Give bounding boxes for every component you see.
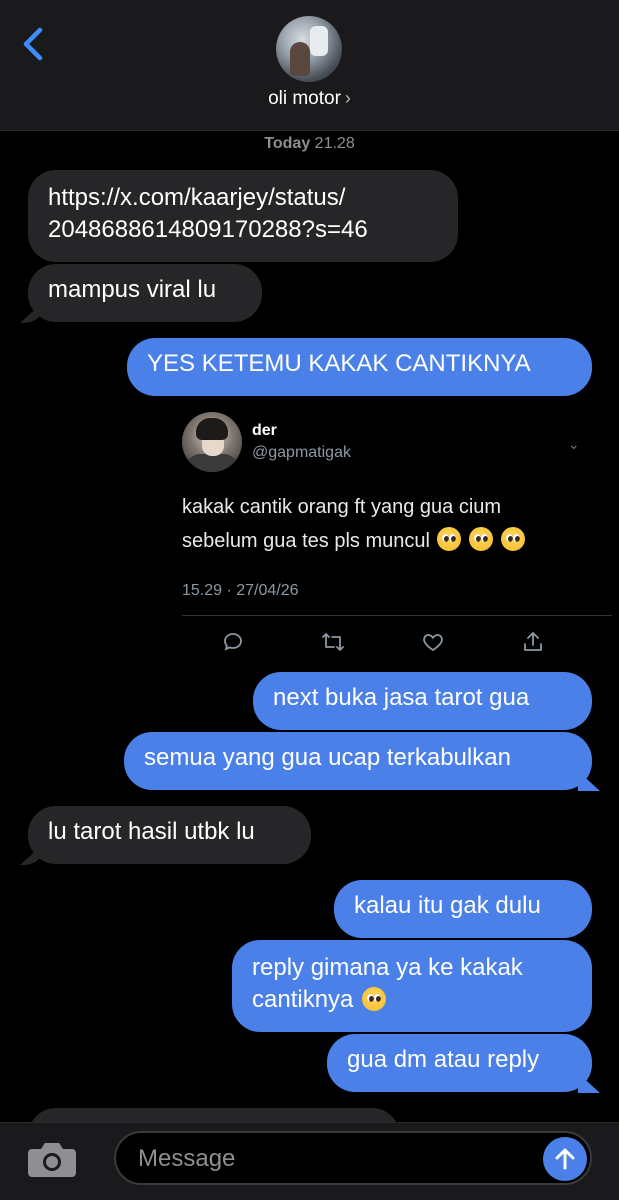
send-button[interactable] xyxy=(543,1137,587,1181)
sent-message[interactable]: reply gimana ya ke kakak cantiknya xyxy=(232,940,592,1032)
retweet-button[interactable] xyxy=(316,625,350,659)
contact-name[interactable]: oli motor › xyxy=(0,88,619,110)
reply-icon xyxy=(224,633,242,651)
tweet-timestamp: 15.29 · 27/04/26 xyxy=(182,582,299,599)
pleading-face-icon xyxy=(362,987,387,1011)
timestamp-day: Today xyxy=(264,135,311,152)
tweet-author-avatar xyxy=(182,412,242,472)
avatar-body xyxy=(186,454,238,472)
message-timestamp: Today 21.28 xyxy=(0,135,619,153)
avatar-figure xyxy=(310,26,328,56)
pleading-face-icon xyxy=(500,527,525,551)
tweet-author-name: der xyxy=(252,422,277,439)
tweet-text-line: kakak cantik orang ft yang gua cium xyxy=(182,496,502,518)
chevron-down-icon[interactable]: ⌄ xyxy=(568,436,580,453)
back-button[interactable] xyxy=(18,24,52,64)
tweet-preview-card[interactable]: der @gapmatigak ⌄ kakak cantik orang ft … xyxy=(168,400,612,665)
message-text-line: cantiknya xyxy=(252,984,572,1016)
sent-message[interactable]: kalau itu gak dulu xyxy=(334,880,592,938)
divider xyxy=(182,615,612,616)
chevron-right-icon: › xyxy=(344,88,351,108)
pleading-face-icon xyxy=(437,527,462,551)
like-button[interactable] xyxy=(416,625,450,659)
tweet-actions xyxy=(168,625,612,659)
tweet-text: kakak cantik orang ft yang gua cium sebe… xyxy=(182,490,602,558)
message-input[interactable]: Message xyxy=(114,1131,592,1185)
message-text: lu tarot hasil utbk lu xyxy=(48,818,255,845)
avatar-figure xyxy=(290,42,310,76)
message-text-line-2: cantiknya xyxy=(252,986,354,1013)
received-message[interactable]: lu tarot hasil utbk lu xyxy=(28,806,311,864)
contact-name-label: oli motor xyxy=(268,88,341,109)
messages-screen: oli motor › Today 21.28 https://x.com/kaa… xyxy=(0,0,619,1200)
sent-message[interactable]: next buka jasa tarot gua xyxy=(253,672,592,730)
received-message[interactable]: mampus viral lu xyxy=(28,264,262,322)
camera-button[interactable] xyxy=(26,1137,78,1181)
message-text: semua yang gua ucap terkabulkan xyxy=(144,744,511,771)
sent-message[interactable]: YES KETEMU KAKAK CANTIKNYA xyxy=(127,338,592,396)
chevron-left-icon xyxy=(23,27,43,61)
message-text: YES KETEMU KAKAK CANTIKNYA xyxy=(147,350,531,377)
tweet-text-line-2: sebelum gua tes pls muncul xyxy=(182,530,430,552)
like-icon xyxy=(423,634,443,652)
timestamp-time: 21.28 xyxy=(314,135,355,152)
sent-message[interactable]: gua dm atau reply xyxy=(327,1034,592,1092)
share-icon xyxy=(524,632,542,651)
message-input-placeholder: Message xyxy=(138,1145,236,1172)
pleading-face-icon xyxy=(469,527,494,551)
message-text-line: 2048688614809170288?s=46 xyxy=(48,216,368,243)
received-message[interactable]: https://x.com/kaarjey/status/ 2048688614… xyxy=(28,170,458,262)
tweet-author-handle: @gapmatigak xyxy=(252,444,351,461)
message-text-line: reply gimana ya ke kakak xyxy=(252,954,523,981)
share-button[interactable] xyxy=(516,625,550,659)
message-text: next buka jasa tarot gua xyxy=(273,684,530,711)
contact-avatar[interactable] xyxy=(276,16,342,82)
conversation-header: oli motor › xyxy=(0,0,619,131)
message-text: gua dm atau reply xyxy=(347,1046,540,1073)
avatar-hair xyxy=(196,418,228,440)
camera-icon xyxy=(28,1143,76,1177)
tweet-text-line: sebelum gua tes pls muncul xyxy=(182,524,602,558)
sent-message[interactable]: semua yang gua ucap terkabulkan xyxy=(124,732,592,790)
message-text: kalau itu gak dulu xyxy=(354,892,541,919)
retweet-icon xyxy=(322,633,344,651)
message-composer: Message xyxy=(0,1122,619,1200)
send-arrow-icon xyxy=(555,1148,575,1170)
message-text: mampus viral lu xyxy=(48,276,217,303)
reply-button[interactable] xyxy=(216,625,250,659)
message-text-line: https://x.com/kaarjey/status/ xyxy=(48,184,346,211)
